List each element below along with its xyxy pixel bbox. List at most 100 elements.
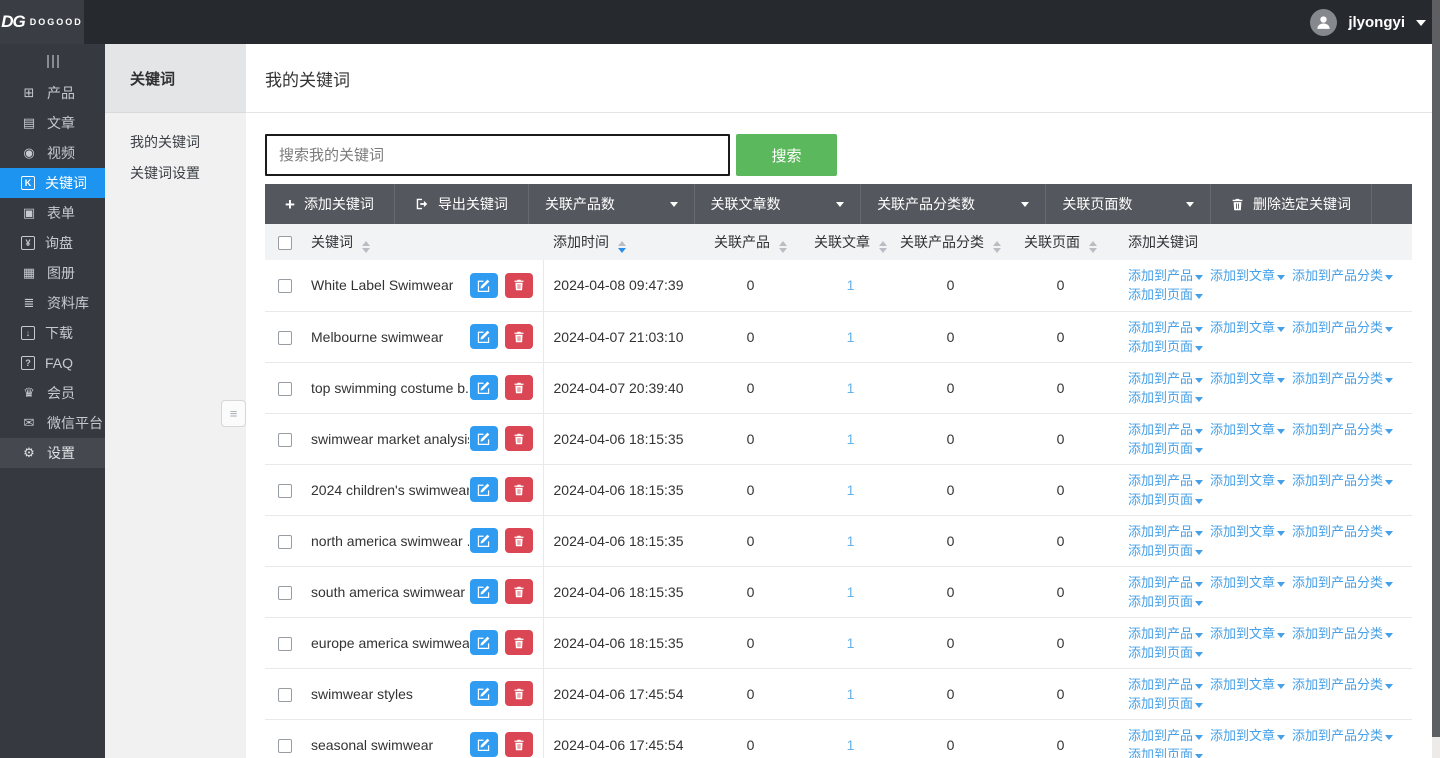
row-checkbox[interactable] [278, 535, 292, 549]
delete-button[interactable] [505, 426, 533, 451]
add-to-category-link[interactable]: 添加到产品分类 [1292, 473, 1393, 488]
add-to-product-link[interactable]: 添加到产品 [1128, 371, 1203, 386]
delete-button[interactable] [505, 681, 533, 706]
sidebar-item-members[interactable]: ♛ 会员 [0, 378, 105, 408]
row-checkbox[interactable] [278, 382, 292, 396]
header-related-pages[interactable]: 关联页面 [1008, 224, 1113, 260]
delete-button[interactable] [505, 528, 533, 553]
vertical-scrollbar[interactable] [1432, 0, 1440, 737]
sidebar-item-faq[interactable]: ? FAQ [0, 348, 105, 378]
add-to-product-link[interactable]: 添加到产品 [1128, 575, 1203, 590]
add-to-product-link[interactable]: 添加到产品 [1128, 422, 1203, 437]
edit-button[interactable] [470, 579, 498, 604]
add-keyword-button[interactable]: + 添加关键词 [265, 184, 395, 224]
add-to-article-link[interactable]: 添加到文章 [1210, 422, 1285, 437]
add-to-category-link[interactable]: 添加到产品分类 [1292, 524, 1393, 539]
edit-button[interactable] [470, 528, 498, 553]
delete-button[interactable] [505, 273, 533, 298]
search-input[interactable] [265, 134, 730, 176]
edit-button[interactable] [470, 273, 498, 298]
select-all-checkbox[interactable] [278, 236, 292, 250]
add-to-article-link[interactable]: 添加到文章 [1210, 524, 1285, 539]
related-article-count-dropdown[interactable]: 关联文章数 [695, 184, 862, 224]
related-category-count-dropdown[interactable]: 关联产品分类数 [861, 184, 1046, 224]
add-to-article-link[interactable]: 添加到文章 [1210, 575, 1285, 590]
sidebar-item-library[interactable]: ≣ 资料库 [0, 288, 105, 318]
sidebar-item-settings[interactable]: ⚙ 设置 [0, 438, 105, 468]
add-to-product-link[interactable]: 添加到产品 [1128, 268, 1203, 283]
delete-selected-button[interactable]: 删除选定关键词 [1211, 184, 1372, 224]
add-to-page-link[interactable]: 添加到页面 [1128, 747, 1203, 758]
delete-button[interactable] [505, 477, 533, 502]
add-to-article-link[interactable]: 添加到文章 [1210, 728, 1285, 743]
header-added-time[interactable]: 添加时间 [543, 224, 693, 260]
related-articles-count-link[interactable]: 1 [847, 533, 855, 549]
sidebar-item-wechat[interactable]: ✉ 微信平台 [0, 408, 105, 438]
add-to-page-link[interactable]: 添加到页面 [1128, 390, 1203, 405]
delete-button[interactable] [505, 375, 533, 400]
add-to-article-link[interactable]: 添加到文章 [1210, 268, 1285, 283]
related-articles-count-link[interactable]: 1 [847, 329, 855, 345]
add-to-product-link[interactable]: 添加到产品 [1128, 677, 1203, 692]
add-to-category-link[interactable]: 添加到产品分类 [1292, 422, 1393, 437]
add-to-page-link[interactable]: 添加到页面 [1128, 287, 1203, 302]
panel-toggle-button[interactable]: ≡ [221, 400, 246, 427]
header-related-products[interactable]: 关联产品 [693, 224, 808, 260]
related-articles-count-link[interactable]: 1 [847, 380, 855, 396]
edit-button[interactable] [470, 375, 498, 400]
add-to-category-link[interactable]: 添加到产品分类 [1292, 728, 1393, 743]
sidebar-item-videos[interactable]: ◉ 视频 [0, 138, 105, 168]
add-to-category-link[interactable]: 添加到产品分类 [1292, 626, 1393, 641]
add-to-product-link[interactable]: 添加到产品 [1128, 626, 1203, 641]
sidebar-item-keywords[interactable]: K 关键词 [0, 168, 105, 198]
related-page-count-dropdown[interactable]: 关联页面数 [1046, 184, 1211, 224]
row-checkbox[interactable] [278, 637, 292, 651]
row-checkbox[interactable] [278, 739, 292, 753]
delete-button[interactable] [505, 732, 533, 757]
related-articles-count-link[interactable]: 1 [847, 635, 855, 651]
add-to-page-link[interactable]: 添加到页面 [1128, 492, 1203, 507]
edit-button[interactable] [470, 426, 498, 451]
row-checkbox[interactable] [278, 586, 292, 600]
search-button[interactable]: 搜索 [736, 134, 837, 176]
add-to-page-link[interactable]: 添加到页面 [1128, 696, 1203, 711]
add-to-page-link[interactable]: 添加到页面 [1128, 339, 1203, 354]
row-checkbox[interactable] [278, 433, 292, 447]
add-to-category-link[interactable]: 添加到产品分类 [1292, 677, 1393, 692]
row-checkbox[interactable] [278, 279, 292, 293]
row-checkbox[interactable] [278, 688, 292, 702]
related-articles-count-link[interactable]: 1 [847, 431, 855, 447]
related-articles-count-link[interactable]: 1 [847, 737, 855, 753]
delete-button[interactable] [505, 630, 533, 655]
related-articles-count-link[interactable]: 1 [847, 277, 855, 293]
sidebar-item-products[interactable]: ⊞ 产品 [0, 78, 105, 108]
edit-button[interactable] [470, 477, 498, 502]
sidebar-item-inquiries[interactable]: ¥ 询盘 [0, 228, 105, 258]
add-to-category-link[interactable]: 添加到产品分类 [1292, 320, 1393, 335]
add-to-page-link[interactable]: 添加到页面 [1128, 645, 1203, 660]
edit-button[interactable] [470, 324, 498, 349]
row-checkbox[interactable] [278, 484, 292, 498]
delete-button[interactable] [505, 579, 533, 604]
user-menu[interactable]: jlyongyi [1310, 9, 1440, 36]
export-keywords-button[interactable]: 导出关键词 [395, 184, 529, 224]
add-to-product-link[interactable]: 添加到产品 [1128, 728, 1203, 743]
related-articles-count-link[interactable]: 1 [847, 584, 855, 600]
logo[interactable]: DG DOGOOD [0, 0, 84, 44]
add-to-product-link[interactable]: 添加到产品 [1128, 473, 1203, 488]
related-articles-count-link[interactable]: 1 [847, 482, 855, 498]
sidebar-item-articles[interactable]: ▤ 文章 [0, 108, 105, 138]
sidebar-item-forms[interactable]: ▣ 表单 [0, 198, 105, 228]
add-to-product-link[interactable]: 添加到产品 [1128, 320, 1203, 335]
subsidebar-item-my-keywords[interactable]: 我的关键词 [105, 126, 246, 157]
edit-button[interactable] [470, 681, 498, 706]
sidebar-item-albums[interactable]: ▦ 图册 [0, 258, 105, 288]
row-checkbox[interactable] [278, 331, 292, 345]
header-related-articles[interactable]: 关联文章 [808, 224, 893, 260]
add-to-page-link[interactable]: 添加到页面 [1128, 441, 1203, 456]
add-to-product-link[interactable]: 添加到产品 [1128, 524, 1203, 539]
sidebar-item-downloads[interactable]: ↓ 下载 [0, 318, 105, 348]
add-to-category-link[interactable]: 添加到产品分类 [1292, 371, 1393, 386]
related-product-count-dropdown[interactable]: 关联产品数 [529, 184, 695, 224]
edit-button[interactable] [470, 732, 498, 757]
